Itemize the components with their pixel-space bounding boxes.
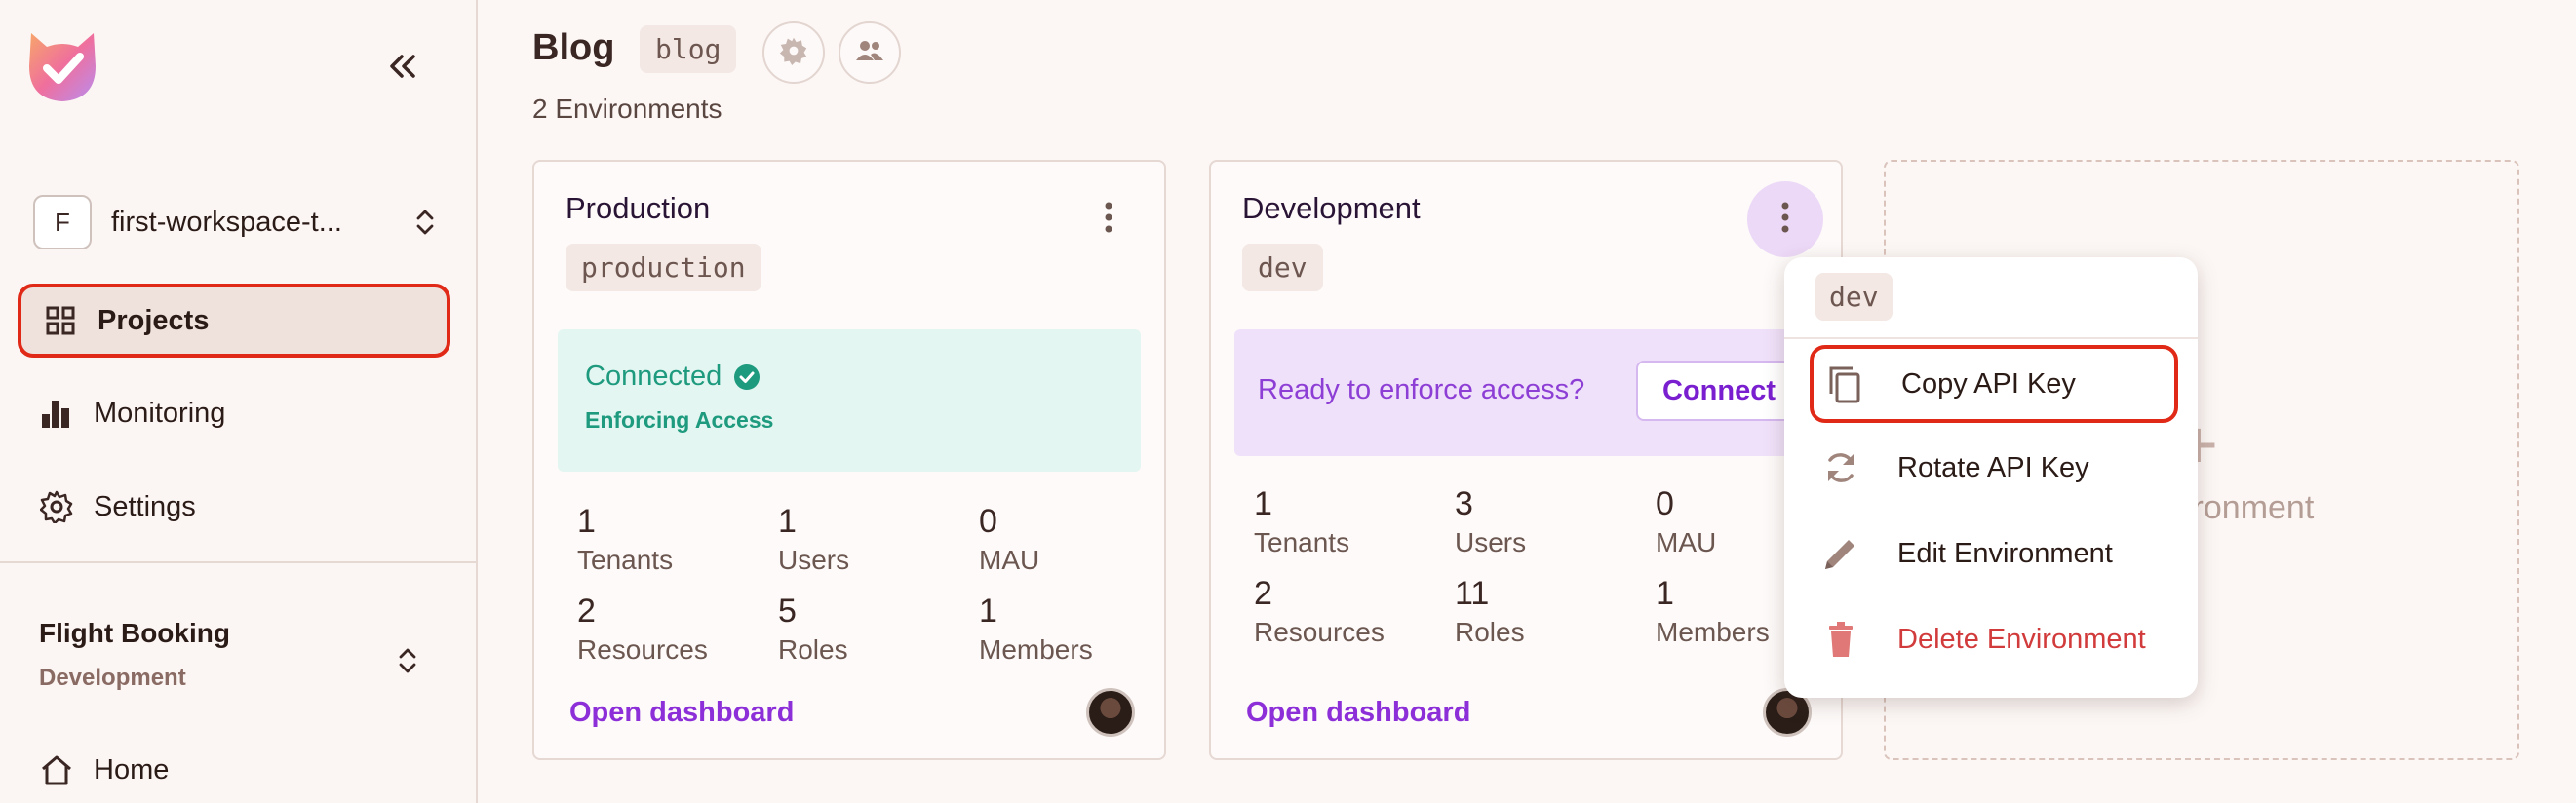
divider <box>1784 337 2198 339</box>
environment-menu-button[interactable] <box>1071 181 1147 257</box>
status-sub-label: Enforcing Access <box>585 407 774 433</box>
stat-tenants: 1 Tenants <box>1254 485 1449 558</box>
stat-value: 5 <box>778 593 797 630</box>
stat-label: Tenants <box>1254 527 1350 557</box>
connection-status: Ready to enforce access? Connect <box>1234 329 1817 456</box>
stat-label: Roles <box>1455 617 1525 647</box>
connected-label-row: Connected <box>585 361 761 393</box>
menu-item-label: Copy API Key <box>1901 367 2076 400</box>
trash-icon <box>1819 618 1862 661</box>
menu-item-label: Delete Environment <box>1897 623 2146 655</box>
environment-dropdown-menu: dev Copy API Key Rotate API Key Edit Env… <box>1784 257 2198 698</box>
environment-card-production: Production production Connected Enforcin… <box>532 160 1166 760</box>
environment-key-badge: dev <box>1242 244 1323 291</box>
kebab-menu-icon <box>1103 200 1114 240</box>
stat-label: Resources <box>1254 617 1385 647</box>
stat-value: 3 <box>1455 485 1473 522</box>
stat-tenants: 1 Tenants <box>577 503 772 576</box>
stat-label: Members <box>979 634 1093 665</box>
sidebar-item-label: Home <box>94 753 170 785</box>
environment-count: 2 Environments <box>532 94 722 124</box>
workspace-name: first-workspace-t... <box>111 206 342 238</box>
menu-item-label: Rotate API Key <box>1897 451 2089 483</box>
project-settings-button[interactable] <box>762 21 825 84</box>
status-label: Ready to enforce access? <box>1258 374 1585 405</box>
check-circle-icon <box>733 363 761 391</box>
people-icon <box>854 35 885 71</box>
stat-value: 11 <box>1455 575 1490 612</box>
stat-roles: 5 Roles <box>778 593 973 666</box>
stat-users: 1 Users <box>778 503 973 576</box>
stat-value: 1 <box>979 593 997 630</box>
status-label: Connected <box>585 361 722 392</box>
connection-status: Connected Enforcing Access <box>558 329 1141 472</box>
sidebar: F first-workspace-t... Projects Monitori… <box>0 0 478 803</box>
bar-chart-icon <box>37 394 76 433</box>
kebab-menu-icon <box>1779 200 1791 240</box>
environment-card-development: Development dev Ready to enforce access?… <box>1209 160 1843 760</box>
stat-value: 1 <box>778 503 797 540</box>
project-name: Flight Booking <box>39 618 230 648</box>
rotate-icon <box>1819 446 1862 489</box>
sidebar-item-label: Monitoring <box>94 397 226 429</box>
sidebar-item-settings[interactable]: Settings <box>18 470 450 544</box>
chevron-up-down-icon <box>408 205 443 240</box>
stat-label: Users <box>778 545 850 575</box>
stat-mau: 0 MAU <box>979 503 1174 576</box>
stat-value: 0 <box>979 503 997 540</box>
pencil-icon <box>1819 532 1862 575</box>
environment-menu-button[interactable] <box>1747 181 1823 257</box>
open-dashboard-link[interactable]: Open dashboard <box>569 697 794 729</box>
menu-item-label: Edit Environment <box>1897 537 2113 569</box>
environment-name: Production <box>566 191 711 225</box>
collapse-sidebar-icon[interactable] <box>382 47 421 86</box>
sidebar-item-home[interactable]: Home <box>18 733 450 803</box>
delete-environment-item[interactable]: Delete Environment <box>1810 600 2178 678</box>
project-key-badge: blog <box>640 25 737 73</box>
rotate-api-key-item[interactable]: Rotate API Key <box>1810 429 2178 507</box>
stat-resources: 2 Resources <box>577 593 772 666</box>
gear-icon <box>779 36 808 70</box>
project-members-button[interactable] <box>839 21 901 84</box>
stat-value: 2 <box>1254 575 1272 612</box>
environment-key-badge: dev <box>1815 273 1893 321</box>
connect-button[interactable]: Connect <box>1636 361 1802 421</box>
sidebar-item-label: Settings <box>94 490 196 522</box>
stat-value: 1 <box>577 503 596 540</box>
sidebar-item-monitoring[interactable]: Monitoring <box>18 376 450 450</box>
stat-label: Users <box>1455 527 1527 557</box>
stat-value: 2 <box>577 593 596 630</box>
edit-environment-item[interactable]: Edit Environment <box>1810 515 2178 593</box>
stat-value: 1 <box>1254 485 1272 522</box>
open-dashboard-link[interactable]: Open dashboard <box>1246 697 1470 729</box>
stat-roles: 11 Roles <box>1455 575 1650 648</box>
copy-icon <box>1823 363 1866 405</box>
divider <box>0 561 478 563</box>
chevron-up-down-icon[interactable] <box>390 643 425 678</box>
stat-label: Resources <box>577 634 708 665</box>
gear-icon <box>37 487 76 526</box>
home-icon <box>37 750 76 789</box>
grid-icon <box>41 301 80 340</box>
stat-members: 1 Members <box>979 593 1174 666</box>
avatar[interactable] <box>1086 688 1135 737</box>
sidebar-item-projects[interactable]: Projects <box>18 284 450 358</box>
workspace-avatar: F <box>33 195 92 249</box>
project-environment: Development <box>39 665 186 691</box>
environment-key-badge: production <box>566 244 761 291</box>
copy-api-key-item[interactable]: Copy API Key <box>1810 345 2178 423</box>
environment-name: Development <box>1242 191 1421 225</box>
stat-label: MAU <box>979 545 1040 575</box>
stat-resources: 2 Resources <box>1254 575 1449 648</box>
sidebar-item-label: Projects <box>98 304 210 336</box>
stat-users: 3 Users <box>1455 485 1650 558</box>
stat-label: Tenants <box>577 545 674 575</box>
page-title: Blog <box>532 27 615 68</box>
stat-label: Roles <box>778 634 848 665</box>
workspace-selector[interactable]: F first-workspace-t... <box>33 195 443 249</box>
logo-icon[interactable] <box>25 27 99 105</box>
